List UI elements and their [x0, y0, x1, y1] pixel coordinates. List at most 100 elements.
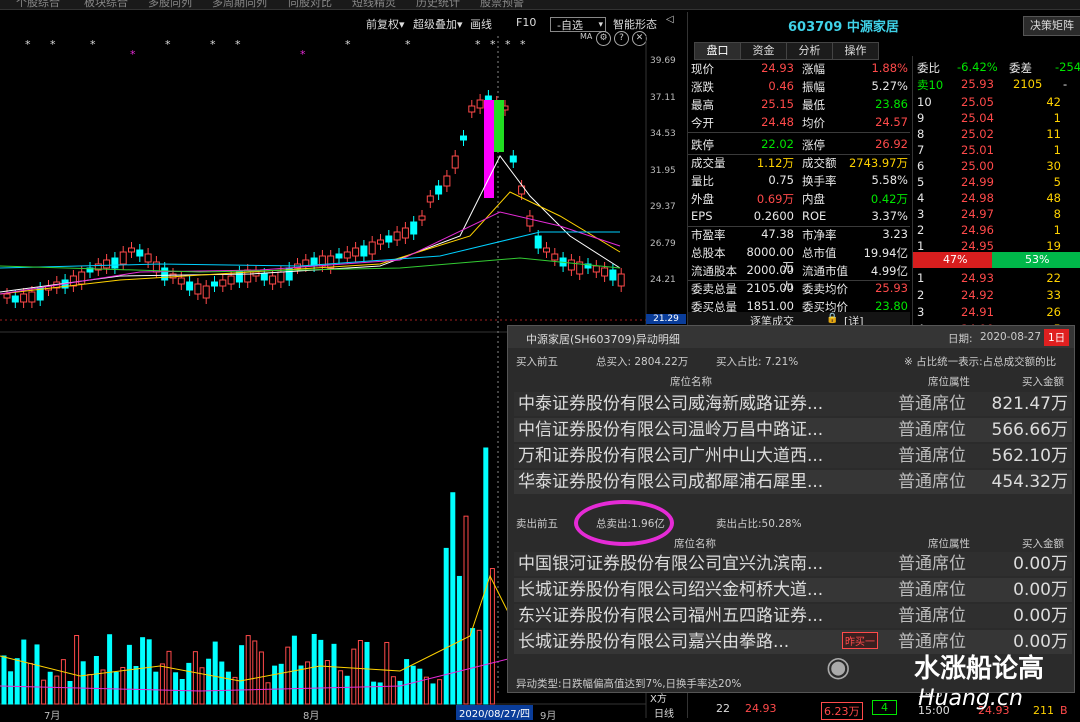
- candle-body: [368, 241, 376, 255]
- volume-bar: [54, 675, 60, 705]
- signal-star-icon: *: [505, 38, 511, 51]
- volume-bar: [87, 674, 93, 705]
- quote-value: 24.57: [875, 115, 908, 129]
- level-price: 24.99: [961, 175, 994, 189]
- candle-body: [20, 293, 28, 303]
- top-tab[interactable]: 多股同列: [148, 0, 192, 9]
- quote-label: 换手率: [802, 174, 837, 188]
- draw-line-button[interactable]: 画线: [470, 16, 492, 32]
- candle-body: [335, 253, 343, 259]
- top-tab[interactable]: 个股综合: [16, 0, 60, 9]
- quote-row: 涨跌 0.46 振幅 5.27%: [688, 78, 910, 96]
- level-index: 1: [917, 271, 925, 285]
- self-select-dropdown[interactable]: -自选 ▾: [550, 17, 606, 32]
- signal-star-icon: *: [405, 38, 411, 51]
- seat-row[interactable]: 中泰证券股份有限公司威海新威路证券... 普通席位 821.47万: [514, 392, 1072, 416]
- sell-level-row[interactable]: 6 25.00 30: [917, 158, 1080, 175]
- quote-value: 0.75: [768, 173, 794, 187]
- level-index: 2: [917, 223, 925, 237]
- tab-operate[interactable]: 操作: [832, 42, 879, 60]
- bottom-price: 24.93: [745, 702, 777, 715]
- overlay-button[interactable]: 超级叠加▾: [413, 16, 463, 32]
- top-tab[interactable]: 板块综合: [84, 0, 128, 9]
- candle-body: [69, 275, 77, 287]
- decision-matrix-button[interactable]: 决策矩阵: [1023, 16, 1080, 36]
- sell10-label: 卖10: [917, 78, 944, 92]
- seat-row[interactable]: 中国银河证券股份有限公司宜兴氿滨南... 普通席位 0.00万: [514, 552, 1072, 576]
- seat-row[interactable]: 长城证券股份有限公司绍兴金柯桥大道... 普通席位 0.00万: [514, 578, 1072, 602]
- buy-level-row[interactable]: 3 24.91 26: [917, 304, 1080, 321]
- lock-icon: 🔒: [826, 313, 839, 324]
- candle-body: [119, 251, 127, 265]
- sell-level-row[interactable]: 2 24.96 1: [917, 222, 1080, 239]
- col-buy-amount: 买入金额: [1022, 538, 1064, 550]
- f10-button[interactable]: F10: [516, 16, 536, 29]
- volume-bar: [357, 640, 363, 705]
- volume-bar: [384, 641, 390, 705]
- sell-level-row[interactable]: 9 25.04 1: [917, 110, 1080, 127]
- ma-line: [0, 231, 620, 269]
- top-tab[interactable]: 多周期同列: [212, 0, 267, 9]
- volume-bar: [146, 639, 152, 705]
- sell-level-row[interactable]: 10 25.05 42: [917, 94, 1080, 111]
- col-buy-amount: 买入金额: [1022, 376, 1064, 388]
- seat-amount: 0.00万: [1013, 606, 1068, 626]
- volume-bar: [351, 648, 357, 705]
- stock-title: 603709 中源家居: [788, 16, 899, 35]
- month-label: 8月: [303, 711, 320, 722]
- smart-pattern-button[interactable]: 智能形态: [613, 16, 657, 32]
- sell10-extra: -: [1063, 77, 1068, 91]
- level-vol: 26: [1046, 305, 1061, 319]
- quote-row: 今开 24.48 均价 24.57: [688, 114, 910, 132]
- collapse-icon[interactable]: ◁: [666, 14, 674, 25]
- sell-level-row[interactable]: 7 25.01 1: [917, 142, 1080, 159]
- sell-level-row[interactable]: 3 24.97 8: [917, 206, 1080, 223]
- quote-label: 振幅: [802, 80, 825, 94]
- candle-body: [11, 295, 19, 303]
- volume-bar: [80, 661, 86, 705]
- candle-body: [3, 293, 11, 299]
- volume-bar: [410, 665, 416, 705]
- seat-row[interactable]: 华泰证券股份有限公司成都犀浦石犀里... 普通席位 454.32万: [514, 470, 1072, 494]
- tab-funds[interactable]: 资金: [740, 42, 787, 60]
- popup-header: 中源家居(SH603709)异动明细 日期: 2020-08-27 1日: [508, 326, 1074, 348]
- top-tab[interactable]: 历史统计: [416, 0, 460, 9]
- candle-body: [393, 231, 401, 241]
- candle-body: [609, 269, 617, 281]
- level-price: 24.93: [961, 271, 994, 285]
- sell-10-total-row: 卖10 25.93 2105 -: [917, 76, 1080, 93]
- seat-amount: 0.00万: [1013, 580, 1068, 600]
- candle-body: [468, 105, 476, 113]
- top-tab[interactable]: 短线精灵: [352, 0, 396, 9]
- fuquan-button[interactable]: 前复权▾: [366, 16, 405, 32]
- top-tab[interactable]: 股票预警: [480, 0, 524, 9]
- weicha-value: -254: [1055, 60, 1080, 74]
- quote-value: 23.80: [875, 299, 908, 313]
- volume-bar: [206, 658, 212, 705]
- watermark-brand: Huang.cn: [918, 686, 1023, 711]
- quote-row: 总股本 8000.00万 总市值 19.94亿: [688, 244, 910, 274]
- seat-row[interactable]: 东兴证券股份有限公司福州五四路证券... 普通席位 0.00万: [514, 604, 1072, 628]
- sell-level-row[interactable]: 8 25.02 11: [917, 126, 1080, 143]
- sell-level-row[interactable]: 5 24.99 5: [917, 174, 1080, 191]
- tab-pankou[interactable]: 盘口: [694, 42, 741, 60]
- volume-bar: [219, 661, 225, 705]
- buy-level-row[interactable]: 1 24.93 22: [917, 270, 1080, 287]
- quote-value: 0.69万: [756, 192, 794, 206]
- seat-row[interactable]: 中信证券股份有限公司温岭万昌中路证... 普通席位 566.66万: [514, 418, 1072, 442]
- volume-bar: [331, 643, 337, 705]
- quote-value: 5.58%: [871, 173, 908, 187]
- seat-amount: 566.66万: [991, 420, 1068, 440]
- quote-value: 0.46: [768, 79, 794, 93]
- candle-body: [543, 247, 550, 253]
- sell-level-row[interactable]: 4 24.98 48: [917, 190, 1080, 207]
- tab-analysis[interactable]: 分析: [786, 42, 833, 60]
- level-index: 2: [917, 288, 925, 302]
- one-day-button[interactable]: 1日: [1044, 329, 1070, 346]
- seat-row[interactable]: 万和证券股份有限公司广州中山大道西... 普通席位 562.10万: [514, 444, 1072, 468]
- quote-row: 委卖总量 2105.00 委卖均价 25.93: [688, 280, 910, 298]
- volume-bar: [140, 637, 146, 705]
- buy-level-row[interactable]: 2 24.92 33: [917, 287, 1080, 304]
- seat-attr: 普通席位: [898, 580, 966, 600]
- top-tab[interactable]: 同股对比: [288, 0, 332, 9]
